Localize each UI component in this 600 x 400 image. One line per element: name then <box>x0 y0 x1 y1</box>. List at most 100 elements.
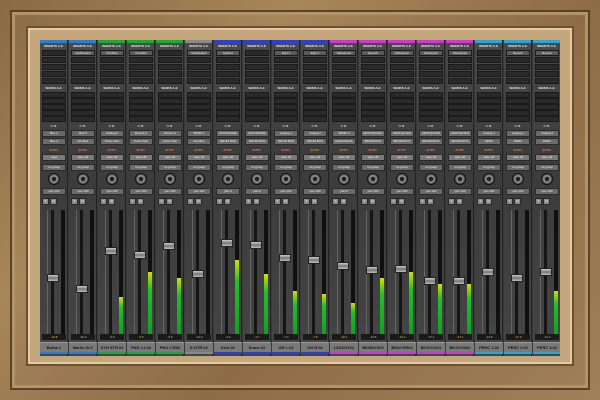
mute-button[interactable]: M <box>195 198 202 205</box>
insert-slot[interactable] <box>419 57 443 63</box>
insert-slot[interactable] <box>100 78 124 84</box>
send-slot[interactable] <box>274 116 298 122</box>
output-selector[interactable]: PERC <box>477 138 501 145</box>
insert-slot[interactable]: EQ3 1 <box>303 50 327 56</box>
group-selector[interactable]: no group <box>477 164 501 171</box>
group-selector[interactable]: no group <box>303 164 327 171</box>
group-selector[interactable]: no group <box>158 164 182 171</box>
volume-fader[interactable] <box>105 247 117 255</box>
insert-slot[interactable] <box>448 64 472 70</box>
volume-fader[interactable] <box>366 266 378 274</box>
automation-mode-selector[interactable]: read <box>42 154 66 161</box>
input-selector[interactable]: Bus 1 <box>42 130 66 137</box>
output-selector[interactable]: LEADVOCAL <box>332 138 356 145</box>
pan-knob-icon[interactable] <box>396 173 408 185</box>
group-selector[interactable]: no group <box>361 164 385 171</box>
track-name[interactable]: PNO 2.R02 <box>156 342 184 352</box>
solo-button[interactable]: S <box>506 198 513 205</box>
track-name[interactable]: BKNDVX02 <box>359 342 387 352</box>
input-selector[interactable]: Return 3 <box>158 130 182 137</box>
insert-slot[interactable]: ChnStrip <box>100 50 124 56</box>
automation-mode-selector[interactable]: auto off <box>506 154 530 161</box>
insert-slot[interactable] <box>448 78 472 84</box>
output-selector[interactable]: Bus 4 <box>42 138 66 145</box>
track-name[interactable]: Kick.02 <box>214 342 242 352</box>
send-slot[interactable] <box>100 116 124 122</box>
insert-slot[interactable] <box>245 57 269 63</box>
automation-mode-selector[interactable]: auto off <box>158 154 182 161</box>
insert-slot[interactable] <box>158 57 182 63</box>
volume-fader[interactable] <box>482 268 494 276</box>
insert-slot[interactable] <box>477 50 501 56</box>
insert-slot[interactable] <box>187 71 211 77</box>
send-slot[interactable] <box>477 116 501 122</box>
insert-slot[interactable] <box>506 64 530 70</box>
insert-slot[interactable] <box>216 78 240 84</box>
insert-slot[interactable] <box>361 64 385 70</box>
output-selector[interactable]: PERC <box>506 138 530 145</box>
group-selector[interactable]: no group <box>100 164 124 171</box>
insert-slot[interactable] <box>303 78 327 84</box>
volume-fader[interactable] <box>540 268 552 276</box>
insert-slot[interactable]: Reverb <box>506 50 530 56</box>
group-selector[interactable]: no group <box>245 164 269 171</box>
insert-slot[interactable] <box>129 64 153 70</box>
insert-slot[interactable] <box>100 64 124 70</box>
mute-button[interactable]: M <box>311 198 318 205</box>
send-slot[interactable] <box>390 116 414 122</box>
insert-slot[interactable] <box>448 57 472 63</box>
pan-knob-icon[interactable] <box>512 173 524 185</box>
input-selector[interactable]: Reverb 3 <box>129 130 153 137</box>
insert-slot[interactable] <box>274 78 298 84</box>
track-name[interactable]: BKDVXR02 <box>388 342 416 352</box>
insert-slot[interactable] <box>129 78 153 84</box>
insert-slot[interactable] <box>216 71 240 77</box>
insert-slot[interactable] <box>216 57 240 63</box>
input-selector[interactable]: Analog 3 <box>535 130 559 137</box>
solo-button[interactable]: S <box>419 198 426 205</box>
insert-slot[interactable] <box>42 78 66 84</box>
input-selector[interactable]: ADATQUAD3 <box>419 130 443 137</box>
mute-button[interactable]: M <box>79 198 86 205</box>
automation-mode-selector[interactable]: auto off <box>390 154 414 161</box>
pan-knob-icon[interactable] <box>164 173 176 185</box>
insert-slot[interactable] <box>129 71 153 77</box>
insert-slot[interactable] <box>100 71 124 77</box>
track-name[interactable]: SYN STR.02 <box>98 342 126 352</box>
output-selector[interactable]: BKNDVOCS <box>361 138 385 145</box>
insert-slot[interactable] <box>274 57 298 63</box>
group-selector[interactable]: no group <box>448 164 472 171</box>
automation-mode-selector[interactable]: auto off <box>216 154 240 161</box>
mute-button[interactable]: M <box>282 198 289 205</box>
solo-button[interactable]: S <box>42 198 49 205</box>
insert-slot[interactable] <box>245 78 269 84</box>
send-slot[interactable] <box>535 116 559 122</box>
insert-slot[interactable] <box>390 57 414 63</box>
mute-button[interactable]: M <box>427 198 434 205</box>
insert-slot[interactable] <box>535 64 559 70</box>
volume-fader[interactable] <box>250 241 262 249</box>
solo-button[interactable]: S <box>158 198 165 205</box>
output-selector[interactable]: Punto Sub <box>158 138 182 145</box>
insert-slot[interactable]: EQ3 1 <box>274 50 298 56</box>
mute-button[interactable]: M <box>369 198 376 205</box>
mute-button[interactable]: M <box>514 198 521 205</box>
input-selector[interactable]: Analog 1 <box>274 130 298 137</box>
solo-button[interactable]: S <box>477 198 484 205</box>
insert-slot[interactable] <box>361 57 385 63</box>
insert-slot[interactable] <box>419 71 443 77</box>
automation-mode-selector[interactable]: auto off <box>448 154 472 161</box>
pan-knob-icon[interactable] <box>367 173 379 185</box>
send-slot[interactable] <box>129 116 153 122</box>
mute-button[interactable]: M <box>224 198 231 205</box>
insert-slot[interactable] <box>419 78 443 84</box>
insert-slot[interactable] <box>303 57 327 63</box>
automation-mode-selector[interactable]: auto off <box>419 154 443 161</box>
pan-knob-icon[interactable] <box>280 173 292 185</box>
group-selector[interactable]: no group <box>71 164 95 171</box>
insert-slot[interactable] <box>71 78 95 84</box>
volume-fader[interactable] <box>134 251 146 259</box>
insert-slot[interactable] <box>187 78 211 84</box>
mute-button[interactable]: M <box>166 198 173 205</box>
insert-slot[interactable] <box>42 50 66 56</box>
